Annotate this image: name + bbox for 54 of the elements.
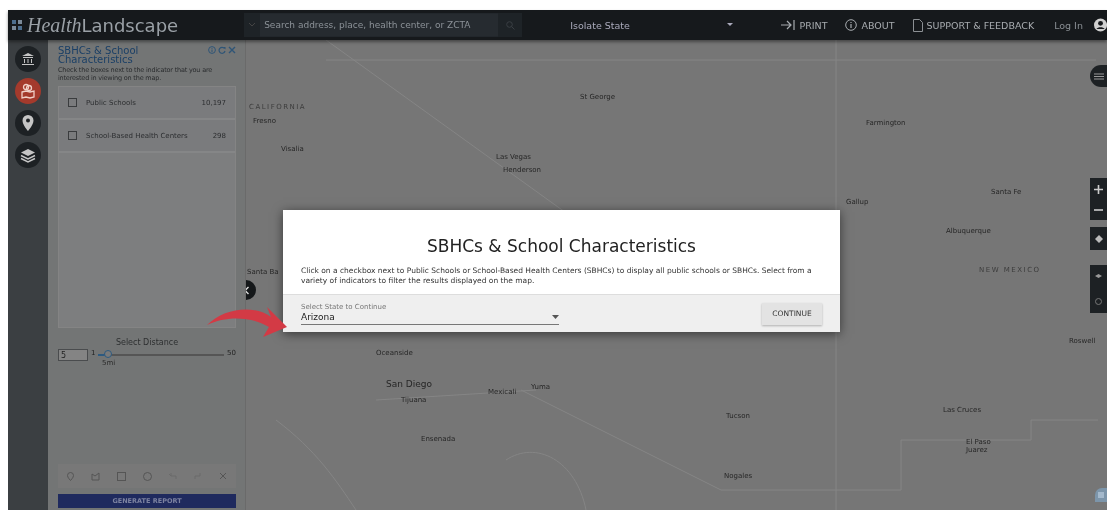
document-icon	[912, 18, 923, 32]
map-label: San Diego	[386, 379, 432, 389]
rail-button[interactable]	[15, 46, 41, 72]
logo-text: Health	[27, 13, 82, 37]
checkbox[interactable]	[68, 131, 77, 140]
settings-button[interactable]	[1090, 289, 1107, 313]
location-pin-icon	[22, 115, 34, 131]
login-link[interactable]: Log In	[1054, 19, 1083, 31]
checkbox[interactable]	[68, 98, 77, 107]
search-field[interactable]: Search address, place, health center, or ZCTA	[260, 14, 499, 36]
close-icon[interactable]	[228, 46, 236, 54]
search-icon	[505, 20, 515, 30]
slider-thumb[interactable]	[103, 350, 112, 358]
search-button[interactable]	[498, 13, 523, 37]
refresh-icon[interactable]	[218, 46, 226, 54]
map-pins-icon	[20, 83, 36, 99]
state-dropdown[interactable]: Isolate State	[570, 19, 744, 31]
nav-link[interactable]: PRINT	[781, 19, 828, 31]
logo-text: Landscape	[81, 14, 179, 36]
nav-link[interactable]: SUPPORT & FEEDBACK	[912, 18, 1035, 32]
caret-icon	[727, 23, 734, 27]
rail-button[interactable]	[15, 78, 41, 104]
rail-button[interactable]	[15, 110, 41, 136]
basemap-button[interactable]	[1090, 65, 1107, 87]
zoom-out-button[interactable]	[1090, 200, 1107, 220]
layers-button[interactable]	[1090, 265, 1107, 289]
panel-title: SBHCs & School Characteristics	[58, 46, 140, 64]
caret-icon	[249, 23, 256, 27]
zoom-in-button[interactable]	[1090, 178, 1107, 200]
minus-icon	[1094, 209, 1103, 211]
locate-button[interactable]	[1090, 227, 1107, 250]
circle-icon	[1095, 297, 1102, 305]
distance-label: Select Distance	[115, 338, 179, 347]
export-arrow-icon	[781, 20, 796, 30]
draw-circle-icon[interactable]	[143, 471, 152, 481]
draw-square-icon[interactable]	[116, 471, 126, 481]
plus-icon	[1094, 184, 1103, 194]
nav-link[interactable]: ABOUT	[845, 19, 895, 31]
legend-button[interactable]	[1095, 488, 1107, 502]
modal-title: SBHCs & School Characteristics	[426, 236, 697, 256]
logo-icon	[12, 19, 23, 31]
caret-icon	[552, 314, 559, 319]
info-icon[interactable]	[208, 46, 216, 54]
diamond-icon	[1094, 234, 1103, 243]
clear-icon[interactable]	[219, 472, 228, 480]
draw-pin-icon[interactable]	[66, 471, 74, 481]
info-icon	[845, 19, 858, 31]
building-icon	[21, 52, 35, 66]
layers-icon	[1095, 273, 1102, 281]
distance-input[interactable]: 5	[58, 349, 88, 361]
draw-polygon-icon[interactable]	[90, 471, 100, 481]
rail-button[interactable]	[15, 142, 41, 168]
user-avatar-icon[interactable]	[1093, 17, 1107, 33]
layers-icon	[20, 147, 36, 163]
